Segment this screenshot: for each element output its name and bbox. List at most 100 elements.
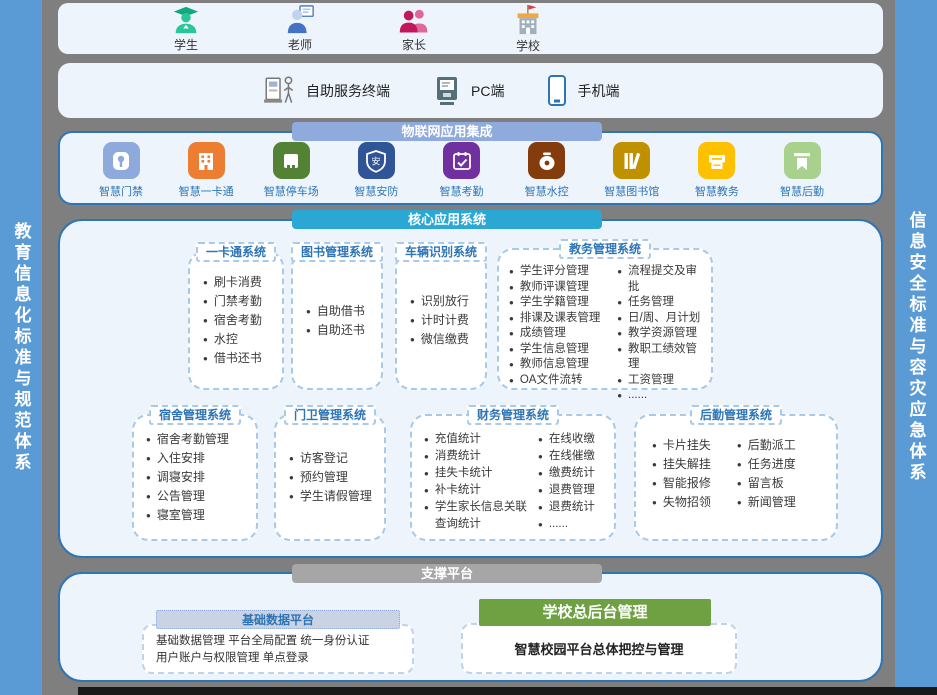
iot-label: 智慧考勤 xyxy=(440,183,484,199)
system-box-one-card: 一卡通系统 刷卡消费门禁考勤宿舍考勤水控借书还书 xyxy=(188,251,284,390)
terminal-mobile: 手机端 xyxy=(546,74,619,108)
system-columns: 卡片挂失挂失解挂智能报修失物招领 后勤派工任务进度留言板新闻管理 xyxy=(652,436,832,512)
system-feature-list: 宿舍考勤管理入住安排调寝安排公告管理寝室管理 xyxy=(146,430,229,525)
one-card-icon xyxy=(188,142,225,179)
list-item: 宿舍考勤管理 xyxy=(146,430,229,449)
terminal-pc: PC端 xyxy=(432,75,504,107)
pc-icon xyxy=(432,75,462,107)
list-item: 留言板 xyxy=(737,474,796,493)
terminal-label: 自助服务终端 xyxy=(306,81,390,101)
list-item: 门禁考勤 xyxy=(203,292,262,311)
system-box-vehicle: 车辆识别系统 识别放行计时计费微信缴费 xyxy=(395,251,487,390)
list-item: 新闻管理 xyxy=(737,493,796,512)
list-item: 充值统计 xyxy=(424,431,534,448)
role-teacher: 老师 xyxy=(267,5,333,53)
school-admin-desc: 智慧校园平台总体把控与管理 xyxy=(514,639,683,658)
list-item: 教师信息管理 xyxy=(509,357,613,373)
iot-label: 智慧后勤 xyxy=(780,183,824,199)
list-item: 退费统计 xyxy=(538,499,595,516)
parking-icon xyxy=(273,142,310,179)
left-standard-strip: 教育信息化标准与规范体系 xyxy=(0,0,42,695)
list-item: 流程提交及审批 xyxy=(617,264,707,295)
teacher-icon xyxy=(285,5,315,35)
iot-one-card: 智慧一卡通 xyxy=(169,142,243,203)
iot-attendance: 智慧考勤 xyxy=(425,142,499,203)
list-item: 学生家长信息关联查询统计 xyxy=(424,499,534,533)
list-item: 刷卡消费 xyxy=(203,273,262,292)
system-feature-list: 流程提交及审批任务管理日/周、月计划教学资源管理教职工绩效管理工资管理.....… xyxy=(617,264,707,404)
list-item: 学生信息管理 xyxy=(509,342,613,358)
list-item: 教师评课管理 xyxy=(509,280,613,296)
list-item: 寝室管理 xyxy=(146,506,229,525)
list-item: 入住安排 xyxy=(146,449,229,468)
school-icon xyxy=(512,4,544,36)
base-platform-line2: 用户账户与权限管理 单点登录 xyxy=(156,650,412,667)
right-strip-label: 信息安全标准与容灾应急体系 xyxy=(904,211,929,484)
iot-label: 智慧安防 xyxy=(354,183,398,199)
system-box-dormitory: 宿舍管理系统 宿舍考勤管理入住安排调寝安排公告管理寝室管理 xyxy=(132,414,258,541)
list-item: 任务管理 xyxy=(617,295,707,311)
security-shield-icon: 安 xyxy=(358,142,395,179)
role-label: 学校 xyxy=(516,37,540,54)
list-item: 调寝安排 xyxy=(146,468,229,487)
list-item: 后勤派工 xyxy=(737,436,796,455)
base-data-platform-box: 基础数据管理 平台全局配置 统一身份认证 用户账户与权限管理 单点登录 xyxy=(142,624,414,674)
iot-label: 智慧水控 xyxy=(525,183,569,199)
terminals-panel: 自助服务终端 PC端 手机端 xyxy=(58,63,883,118)
list-item: ...... xyxy=(538,516,595,533)
user-roles-panel: 学生 老师 家长 xyxy=(58,3,883,54)
list-item: 工资管理 xyxy=(617,373,707,389)
system-title: 门卫管理系统 xyxy=(284,405,376,425)
system-feature-list: 后勤派工任务进度留言板新闻管理 xyxy=(737,436,796,512)
list-item: OA文件流转 xyxy=(509,373,613,389)
kiosk-icon xyxy=(263,73,297,109)
list-item: 微信缴费 xyxy=(410,330,469,349)
list-item: 日/周、月计划 xyxy=(617,311,707,327)
parents-icon xyxy=(398,5,430,35)
student-icon xyxy=(171,5,201,35)
list-item: 挂失解挂 xyxy=(652,455,711,474)
system-title: 一卡通系统 xyxy=(196,242,276,262)
system-title: 教务管理系统 xyxy=(559,239,651,259)
list-item: 宿舍考勤 xyxy=(203,311,262,330)
list-item: 水控 xyxy=(203,330,262,349)
list-item: 消费统计 xyxy=(424,448,534,465)
system-title: 财务管理系统 xyxy=(467,405,559,425)
iot-logistics: 智慧后勤 xyxy=(765,142,839,203)
system-title: 宿舍管理系统 xyxy=(149,405,241,425)
iot-label: 智慧停车场 xyxy=(264,183,319,199)
list-item: 在线收缴 xyxy=(538,431,595,448)
iot-door-access: 智慧门禁 xyxy=(84,142,158,203)
list-item: 借书还书 xyxy=(203,349,262,368)
system-title: 图书管理系统 xyxy=(291,242,383,262)
support-section-banner: 支撑平台 xyxy=(292,564,602,583)
system-feature-list: 访客登记预约管理学生请假管理 xyxy=(289,449,372,506)
iot-security: 安 智慧安防 xyxy=(339,142,413,203)
smart-campus-architecture-diagram: 教育信息化标准与规范体系 信息安全标准与容灾应急体系 学生 xyxy=(0,0,937,695)
list-item: 自助借书 xyxy=(306,302,365,321)
iot-academic: 智慧教务 xyxy=(680,142,754,203)
list-item: 学生评分管理 xyxy=(509,264,613,280)
role-label: 老师 xyxy=(288,36,312,53)
role-school: 学校 xyxy=(495,4,561,54)
iot-label: 智慧门禁 xyxy=(99,183,143,199)
list-item: 在线催缴 xyxy=(538,448,595,465)
base-platform-line1: 基础数据管理 平台全局配置 统一身份认证 xyxy=(156,633,412,650)
system-columns: 充值统计消费统计挂失卡统计补卡统计学生家长信息关联查询统计 在线收缴在线催缴缴费… xyxy=(424,431,610,533)
bottom-window-edge xyxy=(78,687,937,695)
phone-icon xyxy=(546,74,568,108)
iot-panel: 智慧门禁 智慧一卡通 xyxy=(58,131,883,205)
school-admin-banner: 学校总后台管理 xyxy=(479,599,711,626)
attendance-calendar-icon xyxy=(443,142,480,179)
list-item: 退费管理 xyxy=(538,482,595,499)
list-item: 计时计费 xyxy=(410,311,469,330)
list-item: 公告管理 xyxy=(146,487,229,506)
iot-parking: 智慧停车场 xyxy=(254,142,328,203)
system-feature-list: 充值统计消费统计挂失卡统计补卡统计学生家长信息关联查询统计 xyxy=(424,431,534,533)
system-box-finance: 财务管理系统 充值统计消费统计挂失卡统计补卡统计学生家长信息关联查询统计 在线收… xyxy=(410,414,616,541)
system-feature-list: 自助借书自助还书 xyxy=(306,302,365,340)
iot-library: 智慧图书馆 xyxy=(595,142,669,203)
terminal-kiosk: 自助服务终端 xyxy=(263,73,390,109)
system-feature-list: 识别放行计时计费微信缴费 xyxy=(410,292,469,349)
core-section-banner: 核心应用系统 xyxy=(292,210,602,229)
